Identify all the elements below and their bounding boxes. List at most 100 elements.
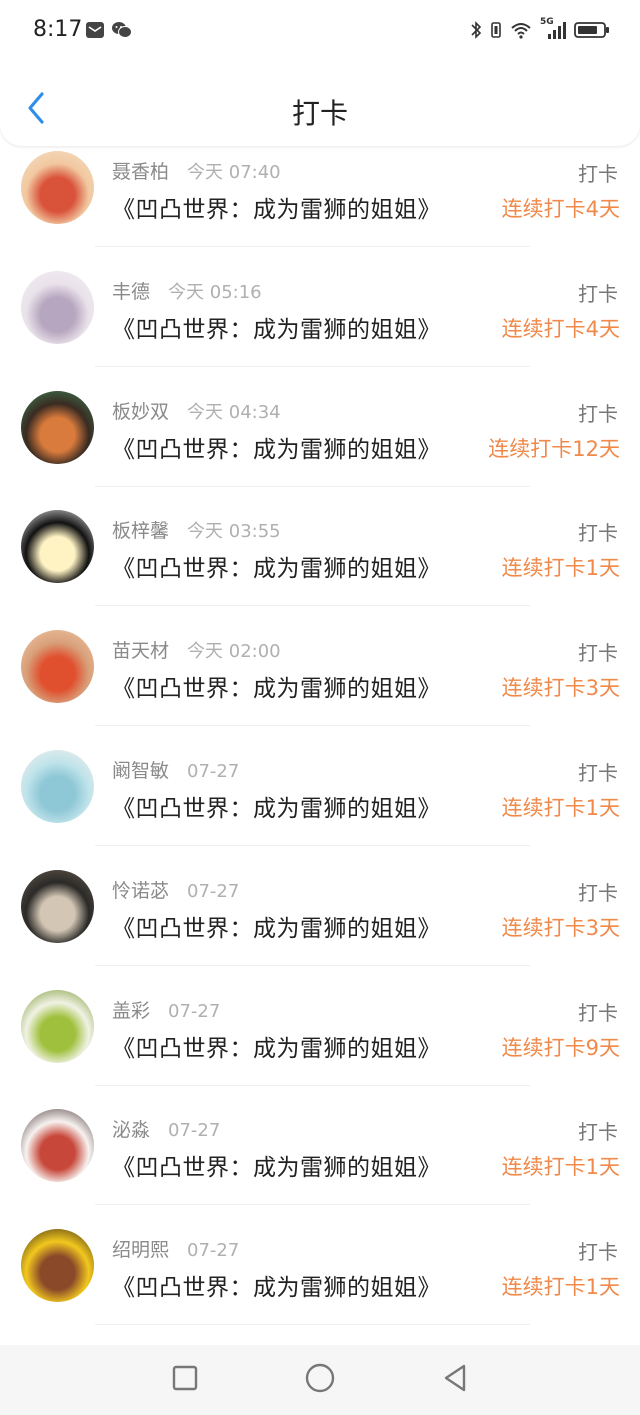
streak-badge: 连续打卡3天 [501,676,620,701]
checkin-row[interactable]: 板妙双 今天 04:34 《凹凸世界：成为雷狮的姐姐》 打卡连续打卡12天 [0,368,640,488]
mail-icon [85,20,105,44]
avatar[interactable] [21,390,94,464]
checkin-time: 今天 03:55 [187,521,281,543]
avatar[interactable] [21,151,94,224]
top-bar: 8:17 5G 打卡 [0,0,640,146]
user-name[interactable]: 泌淼 07-27 [112,1115,220,1142]
book-title[interactable]: 《凹凸世界：成为雷狮的姐姐》 [112,669,441,703]
user-name-text: 怜诺苾 [112,879,170,902]
checkin-action-label: 打卡 [578,521,618,546]
book-title[interactable]: 《凹凸世界：成为雷狮的姐姐》 [112,1148,441,1182]
system-nav-bar [0,1345,640,1415]
avatar[interactable] [21,510,94,584]
checkin-row[interactable]: 怜诺苾 07-27 《凹凸世界：成为雷狮的姐姐》 打卡连续打卡3天 [0,847,640,967]
checkin-row[interactable]: 阚智敏 07-27 《凹凸世界：成为雷狮的姐姐》 打卡连续打卡1天 [0,727,640,847]
header: 打卡 [0,70,640,146]
avatar[interactable] [21,989,94,1063]
triangle-back-icon [440,1362,470,1398]
bluetooth-icon [470,20,482,44]
avatar[interactable] [21,270,94,344]
avatar[interactable] [21,1229,94,1303]
signal-5g-icon: 5G [540,17,566,44]
user-name[interactable]: 板梓馨 今天 03:55 [112,516,281,543]
user-name-text: 阚智敏 [112,759,170,782]
user-name-text: 板梓馨 [112,520,170,543]
user-name-text: 盖彩 [112,999,151,1022]
checkin-action-label: 打卡 [578,1000,618,1025]
streak-badge: 连续打卡12天 [488,436,620,461]
square-recent-icon [171,1364,199,1396]
user-name-text: 丰德 [112,280,151,303]
streak-badge: 连续打卡4天 [501,197,620,221]
user-name[interactable]: 怜诺苾 07-27 [112,876,239,903]
avatar[interactable] [21,869,94,943]
checkin-row[interactable]: 板梓馨 今天 03:55 《凹凸世界：成为雷狮的姐姐》 打卡连续打卡1天 [0,487,640,607]
checkin-row[interactable]: 绍明熙 07-27 《凹凸世界：成为雷狮的姐姐》 打卡连续打卡1天 [0,1206,640,1326]
back-nav-button[interactable] [435,1360,475,1400]
checkin-action-label: 打卡 [578,1240,618,1265]
book-title[interactable]: 《凹凸世界：成为雷狮的姐姐》 [112,909,441,943]
network-type-label: 5G [540,17,554,27]
avatar[interactable] [21,749,94,823]
streak-badge: 连续打卡3天 [501,915,620,940]
checkin-time: 今天 04:34 [187,401,281,423]
page-title: 打卡 [291,97,348,130]
streak-badge: 连续打卡9天 [501,1035,620,1060]
user-name-text: 泌淼 [112,1119,151,1142]
checkin-row[interactable]: 盖彩 07-27 《凹凸世界：成为雷狮的姐姐》 打卡连续打卡9天 [0,967,640,1087]
user-name[interactable]: 盖彩 07-27 [112,996,220,1023]
checkin-list: 聂香柏 今天 07:40 《凹凸世界：成为雷狮的姐姐》 打卡 连续打卡4天 丰德 今天 05… [0,128,640,1326]
checkin-time: 07-27 [168,1120,221,1142]
checkin-action-label: 打卡 [578,401,618,426]
streak-badge: 连续打卡1天 [501,1275,620,1300]
user-name[interactable]: 阚智敏 07-27 [112,756,239,783]
user-name[interactable]: 苗天材 今天 02:00 [112,636,281,663]
checkin-time: 07-27 [187,760,240,782]
checkin-time: 今天 05:16 [168,281,262,303]
checkin-time: 今天 02:00 [187,641,281,663]
book-title[interactable]: 《凹凸世界：成为雷狮的姐姐》 [112,1029,441,1063]
user-name-text: 板妙双 [112,400,170,423]
streak-badge: 连续打卡1天 [501,556,620,581]
checkin-action-label: 打卡 [578,760,618,785]
streak-badge: 连续打卡1天 [501,1155,620,1180]
recent-apps-button[interactable] [165,1360,205,1400]
checkin-action-label: 打卡 [578,1120,618,1145]
checkin-row[interactable]: 丰德 今天 05:16 《凹凸世界：成为雷狮的姐姐》 打卡连续打卡4天 [0,248,640,368]
status-bar: 8:17 5G [0,0,640,62]
user-name-text: 绍明熙 [112,1239,170,1262]
checkin-time: 今天 07:40 [187,162,281,183]
book-title[interactable]: 《凹凸世界：成为雷狮的姐姐》 [112,1268,441,1302]
book-title[interactable]: 《凹凸世界：成为雷狮的姐姐》 [112,549,441,583]
book-title[interactable]: 《凹凸世界：成为雷狮的姐姐》 [112,310,441,344]
user-name[interactable]: 绍明熙 07-27 [112,1235,239,1262]
checkin-action-label: 打卡 [578,281,618,306]
user-name[interactable]: 板妙双 今天 04:34 [112,397,281,424]
user-name[interactable]: 聂香柏 今天 07:40 [112,157,281,184]
user-name-text: 聂香柏 [112,161,170,183]
vibrate-icon [490,20,502,44]
wechat-icon [111,20,133,44]
user-name-text: 苗天材 [112,640,170,663]
streak-badge: 连续打卡1天 [501,795,620,820]
checkin-row[interactable]: 苗天材 今天 02:00 《凹凸世界：成为雷狮的姐姐》 打卡连续打卡3天 [0,607,640,727]
checkin-time: 07-27 [168,1000,221,1022]
avatar[interactable] [21,1109,94,1183]
book-title[interactable]: 《凹凸世界：成为雷狮的姐姐》 [112,190,441,224]
user-name[interactable]: 丰德 今天 05:16 [112,277,262,304]
home-button[interactable] [300,1360,340,1400]
book-title[interactable]: 《凹凸世界：成为雷狮的姐姐》 [112,789,441,823]
checkin-action-label: 打卡 [578,641,618,666]
status-time: 8:17 [33,17,83,42]
checkin-row[interactable]: 泌淼 07-27 《凹凸世界：成为雷狮的姐姐》 打卡连续打卡1天 [0,1086,640,1206]
book-title[interactable]: 《凹凸世界：成为雷狮的姐姐》 [112,430,441,464]
checkin-action-label: 打卡 [578,162,618,186]
checkin-time: 07-27 [187,880,240,902]
wifi-icon [510,20,532,44]
circle-home-icon [304,1362,336,1398]
avatar[interactable] [21,630,94,704]
streak-badge: 连续打卡4天 [501,316,620,341]
checkin-time: 07-27 [187,1240,240,1262]
row-divider [95,1324,530,1326]
checkin-action-label: 打卡 [578,880,618,905]
